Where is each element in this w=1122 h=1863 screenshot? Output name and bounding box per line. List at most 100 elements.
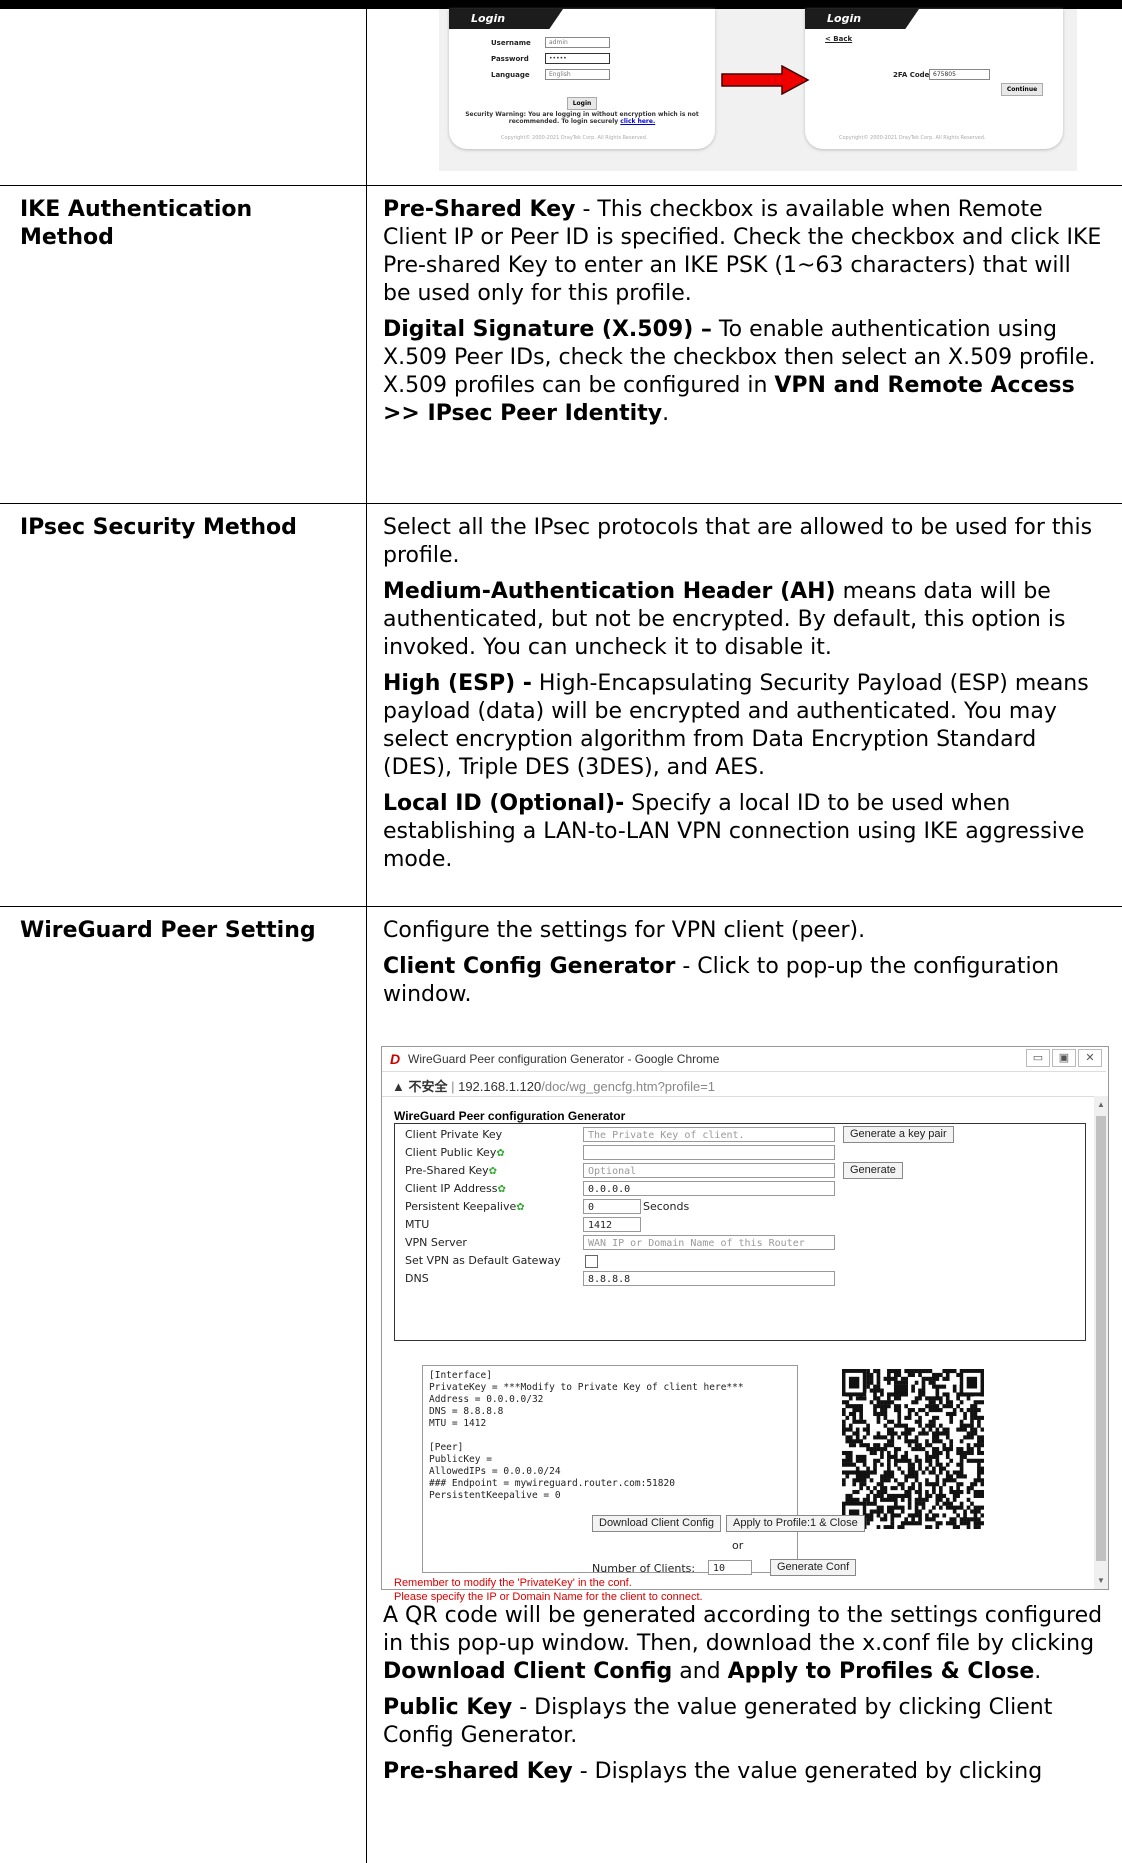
label-ike-auth: IKE Authentication Method xyxy=(20,197,253,250)
row-divider xyxy=(0,185,1122,186)
window-titlebar: D WireGuard Peer configuration Generator… xyxy=(382,1047,1108,1071)
generate-key-pair-button[interactable]: Generate a key pair xyxy=(843,1126,954,1143)
address-host: 192.168.1.120 xyxy=(458,1079,542,1094)
security-warning: Security Warning: You are logging in wit… xyxy=(459,111,705,125)
ipsec-intro: Select all the IPsec protocols that are … xyxy=(383,515,1093,568)
generate-conf-button[interactable]: Generate Conf xyxy=(770,1559,857,1576)
text: in xyxy=(747,373,775,398)
text: . xyxy=(662,401,670,426)
private-key-input[interactable]: The Private Key of client. xyxy=(583,1127,835,1142)
cell-ipsec-method: Select all the IPsec protocols that are … xyxy=(383,514,1105,874)
term: Pre-Shared Key xyxy=(383,197,576,222)
vpn-server-input[interactable]: WAN IP or Domain Name of this Router xyxy=(583,1235,835,1250)
ipsec-localid-paragraph: Local ID (Optional)- Specify a local ID … xyxy=(383,790,1105,874)
term: High (ESP) - xyxy=(383,671,532,696)
term: Client Config Generator xyxy=(383,954,676,979)
number-of-clients-label: Number of Clients: xyxy=(592,1562,696,1575)
dns-input[interactable]: 8.8.8.8 xyxy=(583,1271,835,1286)
text: A QR code will be generated according to… xyxy=(383,1603,1103,1656)
maximize-icon[interactable]: ▣ xyxy=(1052,1049,1076,1067)
scroll-thumb[interactable] xyxy=(1096,1116,1106,1561)
cell-wireguard-intro: Configure the settings for VPN client (p… xyxy=(383,917,1105,1009)
download-client-config-button[interactable]: Download Client Config xyxy=(592,1515,721,1532)
window-controls: ▭ ▣ ✕ xyxy=(1024,1049,1102,1067)
private-key-label: Client Private Key xyxy=(405,1128,503,1141)
default-gateway-label: Set VPN as Default Gateway xyxy=(405,1254,561,1267)
wg-psk-paragraph: Pre-shared Key - Displays the value gene… xyxy=(383,1758,1105,1786)
password-label: Password xyxy=(491,55,529,63)
wg-qr-paragraph: A QR code will be generated according to… xyxy=(383,1602,1105,1686)
cell-wireguard-details: A QR code will be generated according to… xyxy=(383,1602,1105,1786)
wg-intro: Configure the settings for VPN client (p… xyxy=(383,918,866,943)
ike-ds-paragraph: Digital Signature (X.509) – To enable au… xyxy=(383,316,1105,428)
copyright-left: Copyright© 2000-2021 DrayTek Corp. All R… xyxy=(501,135,648,141)
number-of-clients-input[interactable]: 10 xyxy=(708,1560,752,1575)
top-rule xyxy=(0,0,1122,9)
login-button[interactable]: Login xyxy=(567,97,597,110)
address-bar[interactable]: ▲ 不安全 | 192.168.1.120/doc/wg_gencfg.htm?… xyxy=(382,1071,1106,1097)
scroll-down-icon[interactable]: ▼ xyxy=(1097,1576,1105,1585)
keepalive-label: Persistent Keepalive✿ xyxy=(405,1200,525,1213)
term: Local ID (Optional)- xyxy=(383,791,625,816)
login-title-right: Login xyxy=(805,9,919,29)
draytek-logo-icon: D xyxy=(390,1051,401,1067)
continue-button[interactable]: Continue xyxy=(1001,83,1043,96)
client-ip-input[interactable]: 0.0.0.0 xyxy=(583,1181,835,1196)
keepalive-input[interactable]: 0 xyxy=(583,1199,641,1214)
row-divider xyxy=(0,503,1122,504)
language-select[interactable]: English xyxy=(545,69,610,80)
config-text: [Interface] PrivateKey = ***Modify to Pr… xyxy=(429,1370,744,1501)
vpn-server-label: VPN Server xyxy=(405,1236,467,1249)
apply-to-profile-button[interactable]: Apply to Profile:1 & Close xyxy=(726,1515,865,1532)
psk-input[interactable]: Optional xyxy=(583,1163,835,1178)
text: . xyxy=(1034,1659,1042,1684)
username-label: Username xyxy=(491,39,531,47)
text: - Displays the value generated by clicki… xyxy=(572,1759,1043,1784)
address-separator: | xyxy=(447,1079,459,1094)
wg-public-key-paragraph: Public Key - Displays the value generate… xyxy=(383,1694,1105,1750)
click-here-link[interactable]: click here. xyxy=(620,118,655,125)
red-arrow-icon xyxy=(721,65,810,95)
close-icon[interactable]: ✕ xyxy=(1078,1049,1102,1067)
ipsec-ah-paragraph: Medium-Authentication Header (AH) means … xyxy=(383,578,1105,662)
or-text: or xyxy=(732,1539,744,1552)
term: Pre-shared Key xyxy=(383,1759,573,1784)
language-label: Language xyxy=(491,71,530,79)
row-divider xyxy=(0,906,1122,907)
term: Medium-Authentication Header (AH) xyxy=(383,579,836,604)
insecure-warning: ▲ 不安全 xyxy=(392,1079,448,1094)
qr-code-image xyxy=(842,1369,984,1529)
generate-psk-button[interactable]: Generate xyxy=(843,1162,903,1179)
login-panel-right: Login < Back 2FA Code 675805 Continue Co… xyxy=(805,9,1063,149)
minimize-icon[interactable]: ▭ xyxy=(1026,1049,1050,1067)
mtu-label: MTU xyxy=(405,1218,430,1231)
public-key-input[interactable] xyxy=(583,1145,835,1160)
back-link[interactable]: < Back xyxy=(825,35,852,43)
gear-icon: ✿ xyxy=(497,1184,506,1195)
client-ip-label: Client IP Address✿ xyxy=(405,1182,506,1195)
password-field[interactable]: ••••• xyxy=(545,53,610,64)
window-title: WireGuard Peer configuration Generator -… xyxy=(408,1052,720,1066)
psk-label-text: Pre-Shared Key xyxy=(405,1164,489,1177)
public-key-label: Client Public Key✿ xyxy=(405,1146,505,1159)
ike-psk-paragraph: Pre-Shared Key - This checkbox is availa… xyxy=(383,196,1105,308)
dns-label: DNS xyxy=(405,1272,429,1285)
mtu-input[interactable]: 1412 xyxy=(583,1217,641,1232)
default-gateway-checkbox[interactable] xyxy=(585,1255,598,1268)
address-path: /doc/wg_gencfg.htm?profile=1 xyxy=(541,1079,716,1094)
gear-icon: ✿ xyxy=(496,1148,505,1159)
scrollbar[interactable]: ▲ ▼ xyxy=(1094,1096,1108,1589)
twofa-field[interactable]: 675805 xyxy=(929,69,990,80)
wg-ccg-paragraph: Client Config Generator - Click to pop-u… xyxy=(383,953,1105,1009)
term: Apply to Profiles & Close xyxy=(727,1659,1035,1684)
privatekey-warning: Remember to modify the 'PrivateKey' in t… xyxy=(394,1577,632,1589)
scroll-up-icon[interactable]: ▲ xyxy=(1097,1100,1105,1109)
username-field[interactable]: admin xyxy=(545,37,610,48)
term: Public Key xyxy=(383,1695,513,1720)
ipsec-esp-paragraph: High (ESP) - High-Encapsulating Security… xyxy=(383,670,1105,782)
public-key-label-text: Client Public Key xyxy=(405,1146,497,1159)
generator-heading: WireGuard Peer configuration Generator xyxy=(394,1109,626,1123)
login-title: Login xyxy=(449,9,563,29)
label-wireguard-peer: WireGuard Peer Setting xyxy=(20,918,316,943)
keepalive-unit: Seconds xyxy=(643,1200,690,1213)
